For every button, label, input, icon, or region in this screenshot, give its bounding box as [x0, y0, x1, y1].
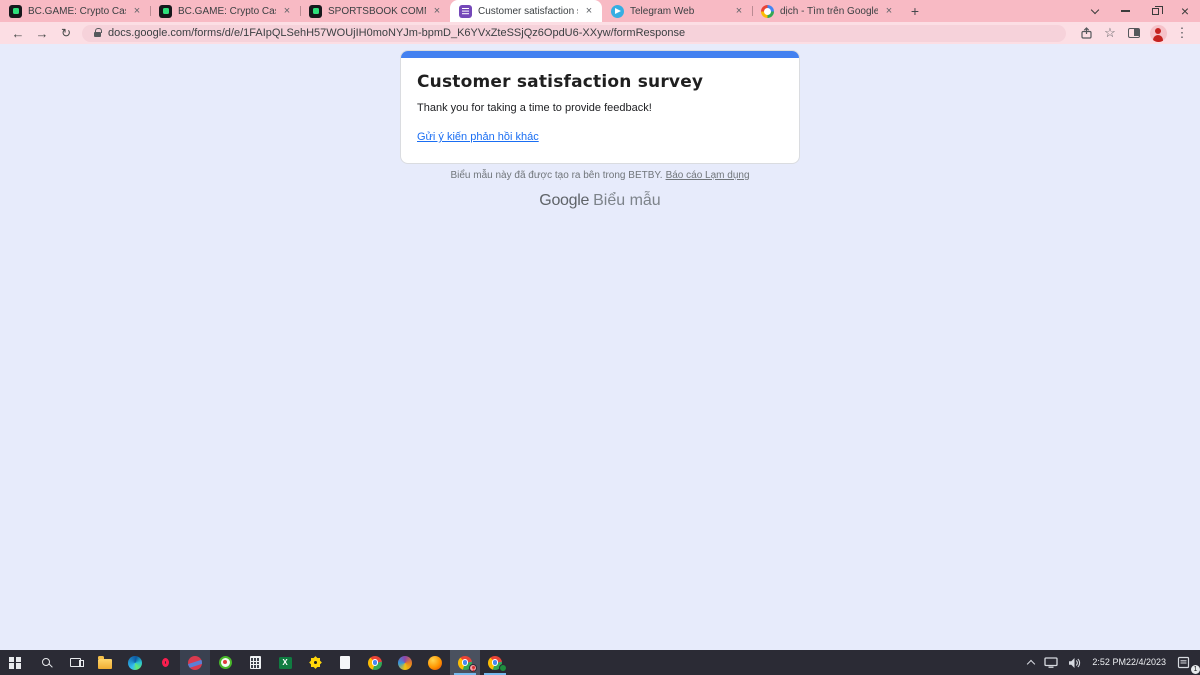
tab-customer-survey-active[interactable]: Customer satisfaction survey [450, 0, 602, 22]
lock-icon[interactable] [94, 32, 101, 37]
browser-toolbar: docs.google.com/forms/d/e/1FAIpQLSehH57W… [0, 22, 1200, 44]
side-panel-icon[interactable] [1122, 23, 1146, 43]
clock-time: 2:52 PM [1092, 657, 1126, 668]
tab-close-icon[interactable] [882, 4, 896, 18]
browser-window: BC.GAME: Crypto Casino Games BC.GAME: Cr… [0, 0, 1200, 675]
new-tab-button[interactable] [902, 0, 928, 22]
volume-icon[interactable] [1063, 650, 1086, 675]
tab-bcgame-2[interactable]: BC.GAME: Crypto Casino Games [150, 0, 300, 22]
tab-close-icon[interactable] [280, 4, 294, 18]
restore-icon[interactable] [1140, 0, 1170, 22]
google-forms-icon [459, 5, 472, 18]
telegram-icon [611, 5, 624, 18]
url-text: docs.google.com/forms/d/e/1FAIpQLSehH57W… [108, 27, 685, 39]
ccleaner-icon[interactable] [180, 650, 210, 675]
google-forms-branding: GoogleBiểu mẫu [0, 192, 1200, 210]
close-icon[interactable] [1170, 0, 1200, 22]
google-icon [761, 5, 774, 18]
tab-title: Customer satisfaction survey [478, 6, 578, 17]
firefox-icon[interactable] [420, 650, 450, 675]
submit-another-response-link[interactable]: Gửi ý kiến phản hồi khác [417, 131, 539, 143]
chevron-up-icon[interactable] [1023, 650, 1039, 675]
windows-taskbar: 2:52 PM 22/4/2023 1 [0, 650, 1200, 675]
green-utility-app-icon[interactable] [210, 650, 240, 675]
share-icon[interactable] [1074, 23, 1098, 43]
form-disclaimer: Biểu mẫu này đã được tạo ra bên trong BE… [0, 170, 1200, 181]
tab-telegram[interactable]: Telegram Web [602, 0, 752, 22]
yellow-gear-app-icon[interactable] [300, 650, 330, 675]
disclaimer-text: Biểu mẫu này đã được tạo ra bên trong BE… [450, 170, 662, 181]
form-response-page: Customer satisfaction survey Thank you f… [0, 44, 1200, 650]
tab-close-icon[interactable] [130, 4, 144, 18]
edge-icon[interactable] [120, 650, 150, 675]
tab-title: BC.GAME: Crypto Casino Games [28, 6, 126, 17]
form-card-accent-bar [401, 51, 799, 58]
tab-close-icon[interactable] [430, 4, 444, 18]
menu-dots-icon[interactable] [1170, 23, 1194, 43]
bcgame-icon [9, 5, 22, 18]
tab-title: dịch - Tìm trên Google [780, 6, 878, 17]
windows-start-icon[interactable] [0, 650, 30, 675]
tab-google-search[interactable]: dịch - Tìm trên Google [752, 0, 902, 22]
forms-product-text: Biểu mẫu [593, 192, 661, 209]
chrome-profile-red-icon[interactable] [450, 650, 480, 675]
network-icon[interactable] [1039, 650, 1063, 675]
calculator-icon[interactable] [240, 650, 270, 675]
notepad-icon[interactable] [330, 650, 360, 675]
form-confirmation-message: Thank you for taking a time to provide f… [417, 102, 783, 115]
notification-icon[interactable]: 1 [1172, 650, 1200, 675]
form-title: Customer satisfaction survey [417, 70, 783, 94]
taskbar-clock[interactable]: 2:52 PM 22/4/2023 [1086, 650, 1172, 675]
chrome-icon[interactable] [360, 650, 390, 675]
clock-date: 22/4/2023 [1126, 657, 1166, 668]
excel-icon[interactable] [270, 650, 300, 675]
bookmark-star-icon[interactable] [1098, 23, 1122, 43]
paint-3d-icon[interactable] [390, 650, 420, 675]
form-card-body: Customer satisfaction survey Thank you f… [401, 58, 799, 163]
tab-sportsbook-survey[interactable]: SPORTSBOOK COMMUNITY SURVEY [300, 0, 450, 22]
address-bar[interactable]: docs.google.com/forms/d/e/1FAIpQLSehH57W… [82, 25, 1066, 42]
system-tray: 2:52 PM 22/4/2023 1 [1023, 650, 1200, 675]
profile-avatar[interactable] [1146, 23, 1170, 43]
tab-title: SPORTSBOOK COMMUNITY SURVEY [328, 6, 426, 17]
tab-close-icon[interactable] [582, 4, 596, 18]
form-card: Customer satisfaction survey Thank you f… [400, 50, 800, 164]
tab-search-chevron-icon[interactable] [1080, 0, 1110, 22]
chrome-profile-green-icon[interactable] [480, 650, 510, 675]
file-explorer-icon[interactable] [90, 650, 120, 675]
tab-bcgame-1[interactable]: BC.GAME: Crypto Casino Games [0, 0, 150, 22]
minimize-icon[interactable] [1110, 0, 1140, 22]
bcgame-icon [309, 5, 322, 18]
report-abuse-link[interactable]: Báo cáo Lạm dụng [666, 170, 750, 181]
search-icon[interactable] [30, 650, 60, 675]
reload-icon[interactable] [54, 23, 78, 43]
tab-strip: BC.GAME: Crypto Casino Games BC.GAME: Cr… [0, 0, 1200, 22]
tab-title: Telegram Web [630, 6, 728, 17]
task-view-icon[interactable] [60, 650, 90, 675]
notification-count-badge: 1 [1191, 665, 1200, 674]
tab-title: BC.GAME: Crypto Casino Games [178, 6, 276, 17]
forward-icon[interactable] [30, 23, 54, 43]
back-icon[interactable] [6, 23, 30, 43]
opera-icon[interactable] [150, 650, 180, 675]
google-logo-text: Google [539, 192, 589, 209]
tab-close-icon[interactable] [732, 4, 746, 18]
window-controls [1080, 0, 1200, 22]
bcgame-icon [159, 5, 172, 18]
